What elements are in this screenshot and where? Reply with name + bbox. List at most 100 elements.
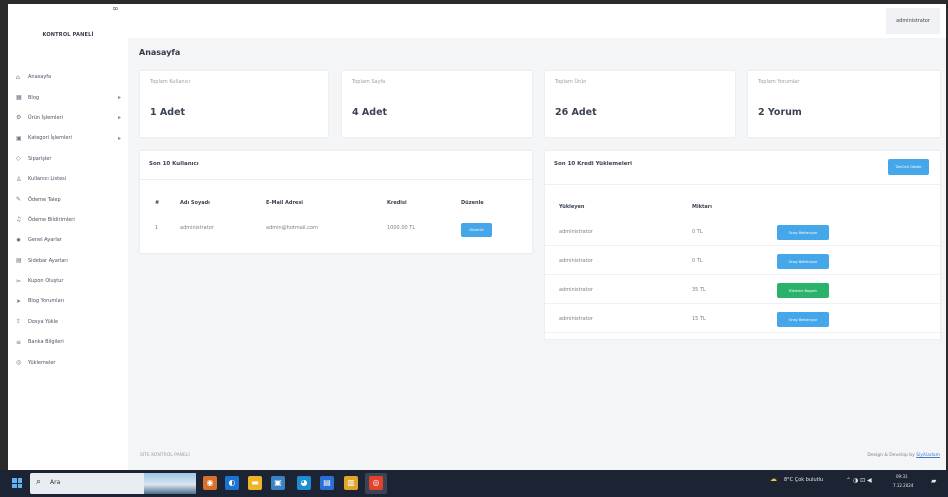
app-screen: ∞ KONTROL PANELİ ⌂ Anasayfa ▦ Blog ▸ ⚙ Ürün İş… <box>8 4 946 470</box>
main-content: administrator Anasayfa Toplam Kullanıcı … <box>128 4 946 470</box>
header: administrator <box>128 4 946 38</box>
row-divider <box>545 332 942 333</box>
upload-icon: ⇪ <box>16 318 22 326</box>
cell-index: 1 <box>155 225 159 231</box>
chevron-right-icon: ▸ <box>118 114 122 122</box>
sidebar-item-label: Genel Ayarlar <box>28 237 62 244</box>
cell-uploader: administrator <box>559 229 593 235</box>
sidebar-item-request[interactable]: ✎ Ödeme Talep <box>16 189 126 209</box>
cell-name: administrator <box>180 225 214 231</box>
cell-amount: 0 TL <box>692 258 703 264</box>
taskbar: ⌕ Ara ◉ ◐ ▬ ▣ ◕ ▤ ▥ ◎ ☁ 8°C Çok bulutlu … <box>0 470 948 497</box>
browser-icon[interactable]: ◕ <box>297 476 311 490</box>
stat-card-comments: Toplam Yorumlar 2 Yorum <box>747 70 941 138</box>
sidebar-item-product[interactable]: ⚙ Ürün İşlemleri ▸ <box>16 108 126 128</box>
copilot-icon[interactable]: ◉ <box>203 476 217 490</box>
sidebar-item-label: Ödeme Talep <box>28 196 61 203</box>
user-menu[interactable]: administrator <box>886 8 940 34</box>
sidebar-item-label: Siparişler <box>28 155 52 162</box>
sidebar-menu: ⌂ Anasayfa ▦ Blog ▸ ⚙ Ürün İşlemleri ▸ ▣ Kategori… <box>16 67 126 373</box>
sidebar-item-home[interactable]: ⌂ Anasayfa <box>16 67 126 87</box>
sidebar-item-category[interactable]: ▣ Kategori İşlemleri ▸ <box>16 128 126 148</box>
search-highlight-image <box>144 473 196 494</box>
store-icon[interactable]: ▣ <box>271 476 285 490</box>
sidebar: ∞ KONTROL PANELİ ⌂ Anasayfa ▦ Blog ▸ ⚙ Ürün İş… <box>8 4 128 470</box>
row-divider <box>545 274 942 275</box>
orders-icon: ◇ <box>16 155 21 163</box>
notification-icon[interactable]: ▰ <box>931 477 936 485</box>
edge-icon[interactable]: ◐ <box>225 476 239 490</box>
clock-date[interactable]: 7.12.2024 <box>893 483 913 488</box>
panel-title: KONTROL PANELİ <box>42 32 94 38</box>
chevron-right-icon: ▸ <box>118 94 122 102</box>
col-header-email: E-Mail Adresi <box>266 200 304 206</box>
divider <box>545 184 942 185</box>
sidebar-item-label: Blog <box>28 94 40 101</box>
sidebar-item-downloads[interactable]: ◎ Yüklemeler <box>16 352 126 372</box>
sidebar-item-notifications[interactable]: ♫ Ödeme Bildirimleri <box>16 210 126 230</box>
taskbar-search-text: Ara <box>50 479 61 486</box>
footer-credit-link[interactable]: Siyitiadam <box>916 453 940 458</box>
sidebar-item-blog[interactable]: ▦ Blog ▸ <box>16 87 126 107</box>
sidebar-item-label: Sidebar Ayarları <box>28 257 68 264</box>
cell-uploader: administrator <box>559 287 593 293</box>
col-header-edit: Düzenle <box>461 200 484 206</box>
card-title: Son 10 Kredi Yüklemeleri <box>554 161 633 167</box>
row-divider <box>545 245 942 246</box>
sidebar-item-label: Dosya Yükle <box>28 318 59 325</box>
photoshop-icon[interactable]: ▤ <box>320 476 334 490</box>
sidebar-settings-icon: ▤ <box>16 257 22 265</box>
taskbar-search[interactable]: ⌕ Ara <box>30 473 196 494</box>
recent-users-card: Son 10 Kullanıcı # Adı Soyadı E-Mail Adr… <box>139 150 534 254</box>
sidebar-item-users[interactable]: ♙ Kullanıcı Listesi <box>16 169 126 189</box>
sidebar-item-settings[interactable]: ✹ Genel Ayarlar <box>16 230 126 250</box>
file-explorer-icon[interactable]: ▬ <box>248 476 262 490</box>
downloads-icon: ◎ <box>16 359 22 367</box>
clock-time[interactable]: 09:31 <box>896 474 908 479</box>
sidebar-item-orders[interactable]: ◇ Siparişler <box>16 149 126 169</box>
sidebar-item-info[interactable]: ≡ Banka Bilgileri <box>16 332 126 352</box>
sidebar-item-label: Yüklemeler <box>28 359 56 366</box>
cell-credit: 1000.00 TL <box>387 225 416 231</box>
stat-card-users: Toplam Kullanıcı 1 Adet <box>139 70 329 138</box>
sidebar-item-upload[interactable]: ⇪ Dosya Yükle <box>16 312 126 332</box>
credit-status-button[interactable]: Yükleme Başarılı <box>777 283 829 298</box>
footer-credit: Design & Develop by Siyitiadam <box>867 453 940 458</box>
sidebar-item-send[interactable]: ➤ Blog Yorumları <box>16 291 126 311</box>
product-icon: ⚙ <box>16 114 22 122</box>
sidebar-item-label: Ödeme Bildirimleri <box>28 216 75 223</box>
send-icon: ➤ <box>16 297 22 305</box>
stat-label: Toplam Yorumlar <box>758 79 800 85</box>
edit-user-button[interactable]: Düzenle <box>461 223 492 237</box>
sidebar-item-sidebar-settings[interactable]: ▤ Sidebar Ayarları <box>16 251 126 271</box>
windows-start-icon[interactable] <box>12 478 22 488</box>
credit-status-button[interactable]: Onay Bekleniyor <box>777 312 829 327</box>
cell-uploader: administrator <box>559 258 593 264</box>
col-header-amount: Miktarı <box>692 204 712 210</box>
stat-value: 26 Adet <box>555 107 597 118</box>
tray-icons[interactable]: ⌃ ◑ ⊡ ◀ <box>846 477 872 484</box>
illustrator-icon[interactable]: ▥ <box>344 476 358 490</box>
row-divider <box>545 303 942 304</box>
coupon-icon: ✂ <box>16 277 22 285</box>
credit-status-button[interactable]: Onay Bekleniyor <box>777 254 829 269</box>
credit-status-button[interactable]: Onay Bekleniyor <box>777 225 829 240</box>
sidebar-item-coupon[interactable]: ✂ Kupon Oluştur <box>16 271 126 291</box>
chrome-icon[interactable]: ◎ <box>369 476 383 490</box>
weather-text[interactable]: 8°C Çok bulutlu <box>784 477 823 483</box>
footer-credit-text: Design & Develop by <box>867 453 915 458</box>
category-icon: ▣ <box>16 134 22 142</box>
cell-amount: 35 TL <box>692 287 706 293</box>
cell-email: admin@hotmail.com <box>266 225 318 231</box>
users-icon: ♙ <box>16 175 22 183</box>
info-icon: ≡ <box>16 338 22 346</box>
stat-value: 4 Adet <box>352 107 388 118</box>
page-title: Anasayfa <box>139 48 181 57</box>
sidebar-item-label: Kategori İşlemleri <box>28 135 72 142</box>
sidebar-item-label: Banka Bilgileri <box>28 339 64 346</box>
stat-value: 1 Adet <box>150 107 186 118</box>
card-title: Son 10 Kullanıcı <box>149 161 199 167</box>
col-header-uploader: Yükleyen <box>559 204 585 210</box>
request-icon: ✎ <box>16 196 22 204</box>
show-all-button[interactable]: Tümünü Göster <box>888 159 929 175</box>
